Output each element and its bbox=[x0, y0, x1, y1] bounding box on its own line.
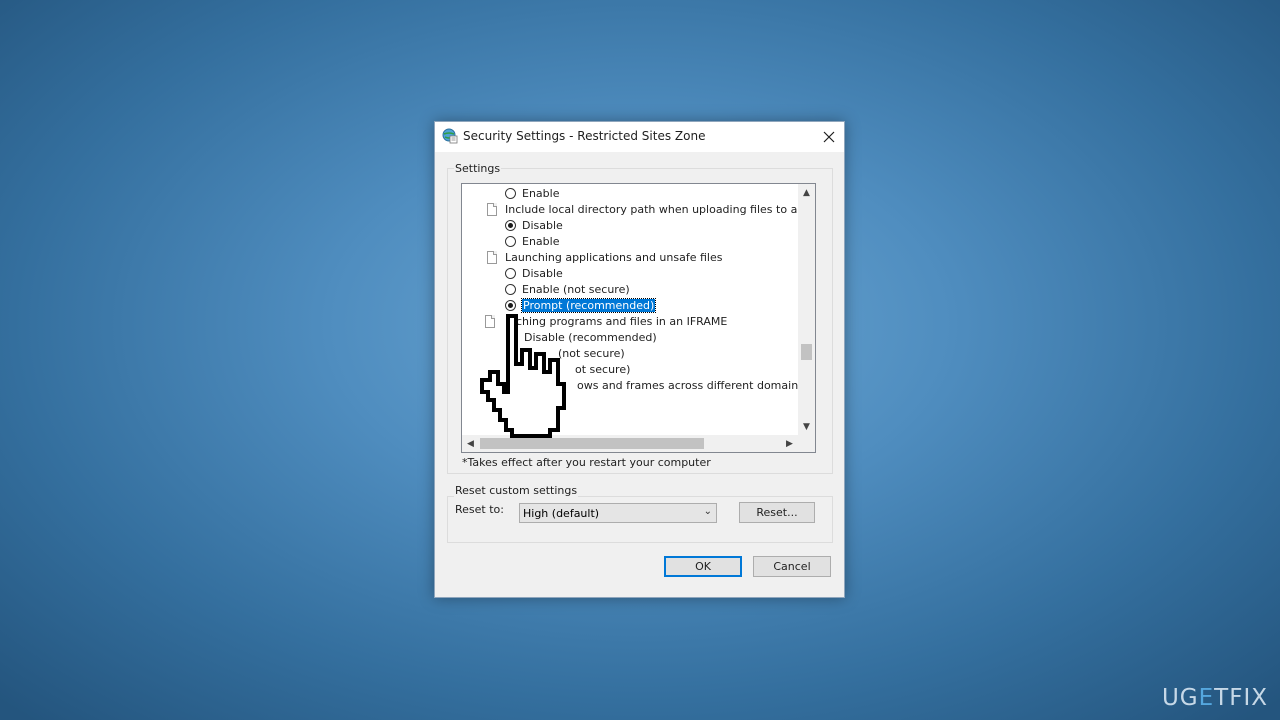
radio-button[interactable] bbox=[505, 267, 516, 279]
radio-button[interactable] bbox=[505, 299, 516, 311]
settings-group-label: Settings bbox=[454, 162, 502, 175]
list-category[interactable]: Launching applications and unsafe files bbox=[487, 249, 722, 265]
list-item[interactable]: Enable bbox=[505, 233, 559, 249]
selected-option-label: Prompt (recommended) bbox=[520, 297, 657, 313]
setting-page-icon bbox=[487, 250, 497, 264]
scroll-down-icon[interactable]: ▼ bbox=[798, 418, 815, 435]
setting-page-icon bbox=[487, 202, 497, 216]
list-item[interactable]: Enable (not secure) bbox=[505, 281, 630, 297]
restart-note: *Takes effect after you restart your com… bbox=[462, 456, 711, 469]
title-bar: Security Settings - Restricted Sites Zon… bbox=[435, 122, 844, 152]
reset-to-label: Reset to: bbox=[455, 503, 504, 516]
list-category[interactable]: ows and frames across different domains bbox=[577, 377, 804, 393]
list-category[interactable]: Include local directory path when upload… bbox=[487, 201, 815, 217]
scroll-right-icon[interactable]: ▶ bbox=[781, 435, 798, 452]
list-item[interactable]: Disable bbox=[505, 217, 563, 233]
list-item[interactable]: Disable bbox=[505, 265, 563, 281]
scroll-left-icon[interactable]: ◀ bbox=[462, 435, 479, 452]
radio-button[interactable] bbox=[505, 219, 516, 231]
close-button[interactable] bbox=[814, 122, 844, 152]
window-title: Security Settings - Restricted Sites Zon… bbox=[463, 129, 706, 143]
security-globe-icon bbox=[442, 128, 458, 144]
list-item[interactable]: ot secure) bbox=[575, 361, 630, 377]
ok-button[interactable]: OK bbox=[664, 556, 742, 577]
vertical-scrollbar[interactable]: ▲ ▼ bbox=[798, 184, 815, 435]
watermark-logo: UGETFIX bbox=[1161, 685, 1268, 711]
radio-button[interactable] bbox=[505, 283, 516, 295]
list-item-selected[interactable]: Prompt (recommended) bbox=[505, 297, 657, 313]
reset-group-label: Reset custom settings bbox=[454, 484, 579, 497]
list-item[interactable]: Enable bbox=[505, 185, 559, 201]
vertical-scroll-thumb[interactable] bbox=[801, 344, 812, 360]
radio-button[interactable] bbox=[505, 187, 516, 199]
chevron-down-icon: ⌄ bbox=[703, 506, 712, 517]
reset-level-select[interactable]: High (default) ⌄ bbox=[519, 503, 717, 523]
close-icon bbox=[823, 131, 835, 143]
scrollbar-corner bbox=[798, 435, 815, 452]
radio-button[interactable] bbox=[505, 235, 516, 247]
cancel-button[interactable]: Cancel bbox=[753, 556, 831, 577]
hand-pointer-cursor-icon bbox=[480, 314, 566, 438]
scroll-up-icon[interactable]: ▲ bbox=[798, 184, 815, 201]
reset-button[interactable]: Reset... bbox=[739, 502, 815, 523]
